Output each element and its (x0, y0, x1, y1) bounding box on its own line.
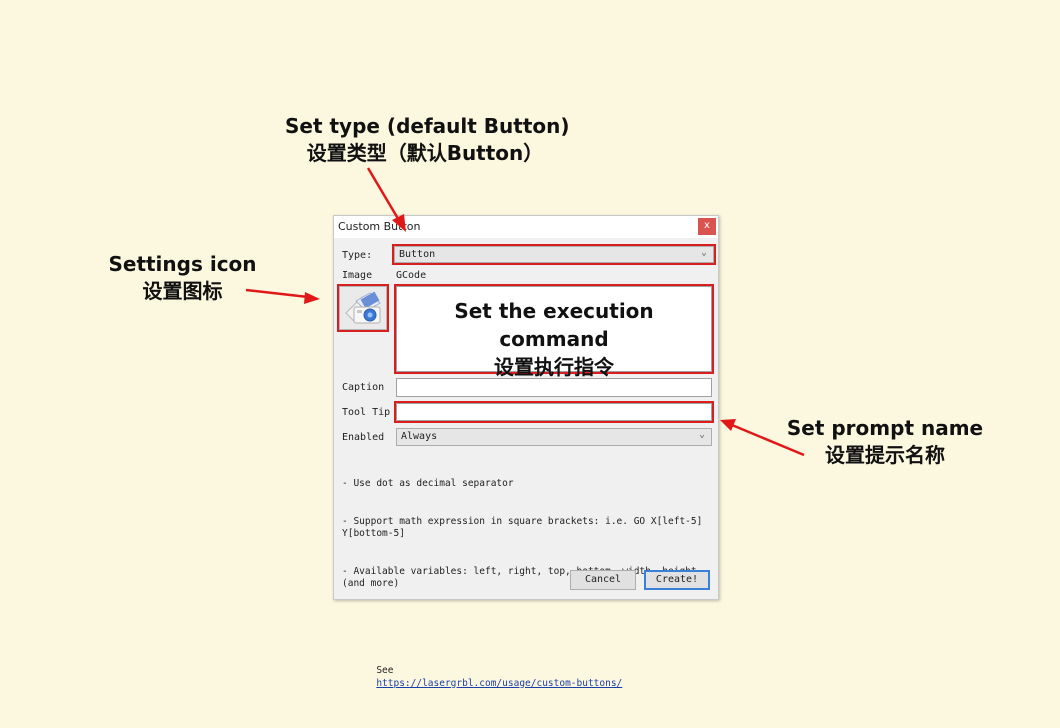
custom-button-dialog: Custom Button x Type: Button ⌄ Image GCo… (333, 215, 719, 689)
type-select[interactable]: Button ⌄ (392, 244, 716, 265)
annotation-settings-icon-en: Settings icon (108, 252, 257, 276)
caption-label: Caption (342, 382, 385, 393)
help-line: - Use dot as decimal separator (342, 478, 514, 489)
help-link-row: See https://lasergrbl.com/usage/custom-b… (342, 653, 712, 703)
chevron-down-icon: ⌄ (698, 429, 705, 440)
arrow-to-type (366, 167, 402, 223)
close-icon: x (704, 220, 710, 231)
annotation-settings-icon-zh: 设置图标 (142, 279, 223, 303)
annotation-set-type-en: Set type (default Button) (285, 114, 570, 138)
arrow-to-tooltip-head (720, 419, 736, 431)
cancel-button[interactable]: Cancel (570, 570, 636, 590)
annotation-settings-icon: Settings icon 设置图标 (100, 251, 265, 305)
tooltip-label: Tool Tip (342, 407, 391, 418)
create-button[interactable]: Create! (644, 570, 710, 590)
annotation-prompt-name-en: Set prompt name (786, 416, 984, 440)
annotation-prompt-name-zh: 设置提示名称 (825, 443, 945, 467)
type-select-value: Button (399, 249, 436, 260)
annotation-execution-command: Set the execution command 设置执行指令 (397, 297, 711, 381)
arrow-to-icon-head (304, 292, 320, 304)
caption-input[interactable] (396, 378, 712, 397)
gcode-label: GCode (396, 270, 427, 281)
help-line: - Support math expression in square brac… (342, 515, 709, 540)
help-text: - Use dot as decimal separator - Support… (342, 453, 712, 728)
enabled-select-value: Always (401, 431, 438, 442)
type-label: Type: (342, 250, 373, 261)
annotation-set-type-zh: 设置类型（默认Button） (306, 141, 544, 165)
dialog-titlebar[interactable]: Custom Button x (334, 216, 718, 238)
tooltip-input[interactable] (394, 401, 714, 423)
annotation-prompt-name: Set prompt name 设置提示名称 (780, 415, 990, 469)
close-button[interactable]: x (698, 218, 716, 235)
annotation-set-type: Set type (default Button) 设置类型（默认Button） (285, 113, 570, 167)
docs-link[interactable]: https://lasergrbl.com/usage/custom-butto… (376, 678, 622, 689)
annotation-execution-command-zh: 设置执行指令 (494, 355, 614, 379)
image-picker-button[interactable] (337, 284, 389, 332)
chevron-down-icon: ⌄ (700, 247, 707, 258)
dialog-title: Custom Button (338, 220, 421, 233)
image-label: Image (342, 270, 373, 281)
enabled-select[interactable]: Always ⌄ (396, 428, 712, 446)
gcode-textarea[interactable]: Set the execution command 设置执行指令 (394, 284, 714, 379)
enabled-label: Enabled (342, 432, 385, 443)
annotation-execution-command-en: Set the execution command (454, 299, 654, 351)
custom-button-image-icon (345, 291, 381, 324)
see-label: See (376, 665, 394, 676)
